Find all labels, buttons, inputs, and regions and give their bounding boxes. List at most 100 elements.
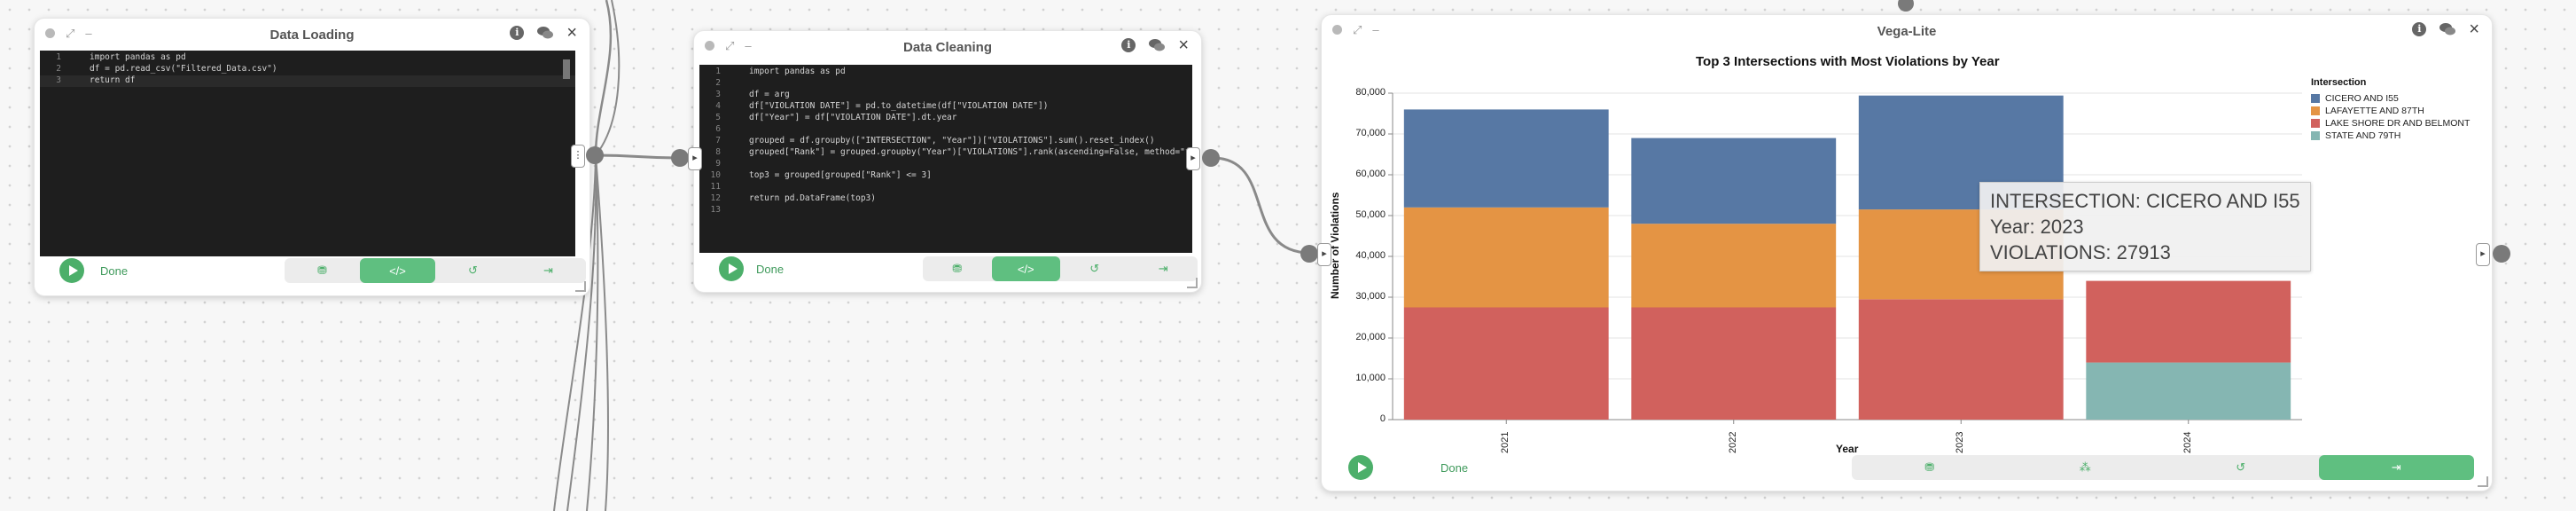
output-port-handle[interactable]: ▸ [2476, 243, 2490, 266]
legend-swatch [2311, 131, 2320, 140]
tooltip-intersection: INTERSECTION: CICERO AND I55 [1990, 190, 2300, 212]
reset-button[interactable]: ↺ [435, 258, 511, 283]
resize-handle-icon[interactable] [575, 281, 586, 292]
line-number: 11 [710, 182, 721, 192]
code-view-button[interactable]: </> [360, 258, 435, 283]
node-bottombar: Done ⛃ </> ↺ ⇥ [694, 251, 1201, 292]
node-titlebar[interactable]: ⤢ – Vega-Lite i × [1322, 15, 2492, 45]
node-title: Data Loading [269, 28, 355, 43]
view-mode-toolbar: ⛃ </> ↺ ⇥ [923, 256, 1198, 281]
legend-item[interactable]: LAFAYETTE AND 87TH [2311, 106, 2424, 116]
view-mode-toolbar: ⛃ ⁂ ↺ ⇥ [1852, 455, 2474, 480]
tooltip-violations: VIOLATIONS: 27913 [1990, 241, 2171, 263]
legend-label: LAKE SHORE DR AND BELMONT [2325, 118, 2471, 129]
bar-segment[interactable] [1403, 307, 1609, 421]
input-port-handle[interactable]: ▸ [688, 147, 702, 170]
output-port-handle[interactable]: ▸ [1186, 147, 1200, 170]
input-port[interactable] [1300, 245, 1318, 263]
wire-cleaning-to-vega [1212, 156, 1311, 255]
run-button[interactable] [1348, 455, 1373, 480]
node-data-loading[interactable]: ⤢ – Data Loading i × 1 import pandas as p… [34, 18, 590, 296]
bar-segment[interactable] [2086, 280, 2291, 363]
status-label: Done [100, 264, 129, 278]
info-icon[interactable]: i [510, 26, 525, 40]
node-titlebar[interactable]: ⤢ – Data Loading i × [35, 19, 589, 49]
tooltip-year: Year: 2023 [1990, 216, 2084, 238]
legend-item[interactable]: CICERO AND I55 [2311, 93, 2399, 104]
line-number: 3 [715, 90, 721, 99]
info-icon[interactable]: i [1121, 38, 1136, 52]
line-number: 8 [715, 147, 721, 157]
output-port-handle[interactable]: ⋮ [571, 145, 585, 168]
bar-segment[interactable] [1858, 299, 2064, 420]
code-line: df = arg [749, 90, 790, 99]
input-port-handle[interactable]: ▸ [1317, 243, 1331, 266]
run-button[interactable] [59, 258, 84, 283]
node-bottombar: Done ⛃ </> ↺ ⇥ [35, 255, 589, 295]
line-number: 2 [715, 78, 721, 88]
code-line: return pd.DataFrame(top3) [749, 193, 876, 203]
close-icon[interactable]: × [1178, 36, 1189, 54]
wire-down-d [595, 154, 609, 511]
editor-scrollbar[interactable] [563, 59, 570, 79]
bar-segment[interactable] [2086, 362, 2291, 420]
bar-segment[interactable] [1631, 224, 1837, 308]
bar-segment[interactable] [1403, 207, 1609, 308]
legend-item[interactable]: LAKE SHORE DR AND BELMONT [2311, 118, 2470, 129]
comments-icon[interactable] [1148, 38, 1166, 52]
output-port[interactable] [2493, 245, 2510, 263]
chart: Top 3 Intersections with Most Violations… [1322, 51, 2492, 459]
reset-button[interactable]: ↺ [1060, 256, 1129, 281]
offscreen-port [1898, 0, 1914, 12]
y-tick-label: 0 [1379, 413, 1386, 424]
line-number: 3 [56, 75, 61, 85]
legend-item[interactable]: STATE AND 79TH [2311, 130, 2400, 141]
y-tick-label: 30,000 [1355, 291, 1386, 302]
y-tick-label: 70,000 [1355, 128, 1386, 138]
bar-segment[interactable] [1631, 138, 1837, 224]
legend-swatch [2311, 106, 2320, 115]
code-line: top3 = grouped[grouped["Rank"] <= 3] [749, 170, 932, 180]
resize-handle-icon[interactable] [2478, 476, 2488, 487]
comments-icon[interactable] [2439, 22, 2456, 36]
comments-icon[interactable] [536, 26, 554, 40]
spec-view-button[interactable]: ⁂ [2008, 455, 2164, 480]
data-view-button[interactable]: ⛃ [1852, 455, 2008, 480]
legend-label: CICERO AND I55 [2325, 93, 2399, 104]
data-view-button[interactable]: ⛃ [285, 258, 360, 283]
code-editor[interactable]: 1 import pandas as pd 2 df = pd.read_csv("… [40, 51, 575, 256]
close-icon[interactable]: × [2469, 20, 2479, 38]
reset-button[interactable]: ↺ [2163, 455, 2319, 480]
bar-segment[interactable] [1403, 109, 1609, 208]
run-button[interactable] [719, 256, 744, 281]
node-data-cleaning[interactable]: ⤢ – Data Cleaning i × 1 import pandas as … [693, 30, 1202, 293]
code-line: grouped["Rank"] = grouped.groupby("Year"… [749, 147, 1192, 157]
node-titlebar[interactable]: ⤢ – Data Cleaning i × [694, 31, 1201, 61]
code-line: grouped = df.groupby(["INTERSECTION", "Y… [749, 136, 1155, 145]
legend-swatch [2311, 119, 2320, 128]
data-view-button[interactable]: ⛃ [923, 256, 992, 281]
line-number: 5 [715, 113, 721, 122]
bar-segment[interactable] [1631, 307, 1837, 421]
code-view-button[interactable]: </> [991, 256, 1060, 281]
code-editor[interactable]: 1 import pandas as pd 2 3 df = arg 4 df["VIOLA… [699, 65, 1192, 253]
close-icon[interactable]: × [566, 24, 577, 42]
input-port[interactable] [671, 149, 689, 167]
y-tick-label: 40,000 [1355, 250, 1386, 261]
output-port[interactable] [1202, 149, 1220, 167]
node-bottombar: Done ⛃ ⁂ ↺ ⇥ [1322, 450, 2492, 491]
node-vega-lite[interactable]: ⤢ – Vega-Lite i × Top 3 Intersections wi… [1321, 14, 2493, 491]
output-button[interactable]: ⇥ [511, 258, 586, 283]
info-icon[interactable]: i [2412, 22, 2427, 36]
resize-handle-icon[interactable] [1187, 278, 1198, 288]
line-number: 6 [715, 124, 721, 134]
wire-offscreen-b [595, 0, 621, 156]
line-number: 7 [715, 136, 721, 145]
output-button[interactable]: ⇥ [2318, 455, 2474, 480]
output-port[interactable] [586, 146, 604, 164]
code-line: df["VIOLATION DATE"] = pd.to_datetime(df… [749, 101, 1049, 111]
y-tick-label: 80,000 [1355, 87, 1386, 98]
line-number: 12 [710, 193, 721, 203]
wire-loading-to-cleaning [595, 153, 683, 160]
status-label: Done [756, 263, 785, 276]
